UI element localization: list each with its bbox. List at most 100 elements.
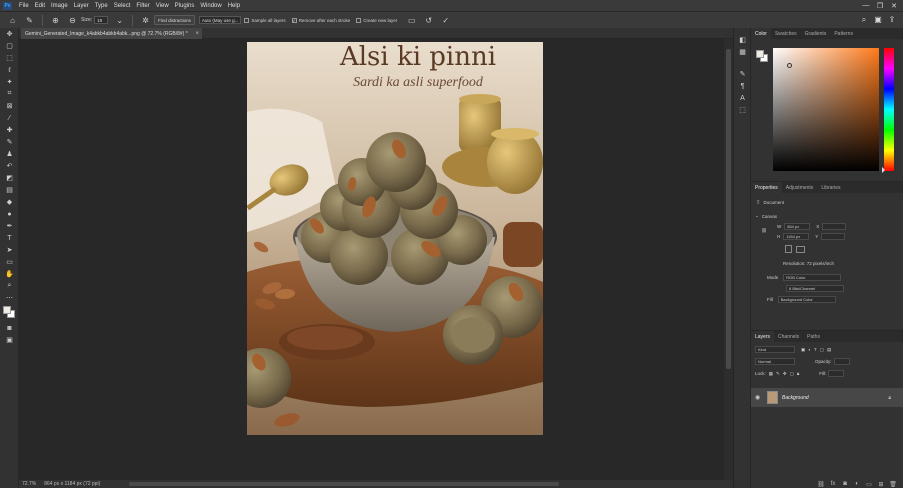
close-icon[interactable]: × [195, 31, 199, 37]
document-size[interactable]: 864 px x 1184 px (72 ppi) [44, 481, 100, 487]
color-mode-dropdown[interactable]: RGB Color [783, 274, 842, 281]
tab-color[interactable]: Color [751, 28, 771, 39]
tab-layers[interactable]: Layers [751, 331, 775, 342]
type-tool-icon[interactable]: T [0, 232, 19, 244]
lock-artboard-icon[interactable]: ▢ [790, 371, 794, 377]
lock-position-icon[interactable]: ✥ [783, 371, 787, 377]
history-panel-icon[interactable]: ◧ [734, 34, 751, 46]
object-select-tool-icon[interactable]: ✦ [0, 76, 19, 88]
adjustment-layer-icon[interactable]: ◐ [851, 481, 863, 487]
mode-dropdown[interactable]: Auto (May use g... [198, 16, 242, 24]
eraser-tool-icon[interactable]: ◩ [0, 172, 19, 184]
move-tool-icon[interactable]: ✥ [0, 28, 19, 40]
tab-adjustments[interactable]: Adjustments [782, 182, 818, 193]
pen-tool-icon[interactable]: ✒ [0, 220, 19, 232]
more-tools-icon[interactable]: ⋯ [0, 292, 19, 304]
libraries-panel-icon[interactable]: ⬚ [734, 104, 751, 116]
bit-depth-dropdown[interactable]: 8 Bits/Channel [786, 285, 844, 292]
adjustments-panel-icon[interactable]: ▦ [734, 46, 751, 58]
restore-button[interactable]: ❐ [873, 2, 887, 10]
settings-icon[interactable]: ✲ [140, 15, 151, 26]
tab-libraries[interactable]: Libraries [817, 182, 844, 193]
filter-shape-icon[interactable]: ▢ [820, 347, 824, 353]
layer-row[interactable]: ◉ Background 🔒︎ [751, 388, 903, 407]
minimize-button[interactable]: — [859, 2, 873, 9]
canvas-x-field[interactable] [822, 223, 847, 230]
add-mode-icon[interactable]: ⊕ [50, 15, 61, 26]
lasso-tool-icon[interactable]: ℓ [0, 64, 19, 76]
lock-pixels-icon[interactable]: ▦ [769, 371, 773, 377]
crop-tool-icon[interactable]: ⌗ [0, 88, 19, 100]
filter-smart-object-icon[interactable]: ▤ [827, 347, 831, 353]
menu-layer[interactable]: Layer [71, 3, 92, 9]
delete-layer-icon[interactable]: 🗑︎ [887, 481, 899, 488]
dodge-tool-icon[interactable]: ● [0, 208, 19, 220]
find-distractions-button[interactable]: Find distractions [154, 15, 195, 25]
path-select-tool-icon[interactable]: ➤ [0, 244, 19, 256]
paragraph-panel-icon[interactable]: ¶ [734, 80, 751, 92]
chevron-down-icon[interactable]: ⌄ [755, 213, 759, 219]
quick-mask-icon[interactable]: ◙ [0, 322, 19, 334]
artboard-tool-icon[interactable]: ▢ [0, 40, 19, 52]
menu-view[interactable]: View [153, 3, 172, 9]
close-button[interactable]: ✕ [887, 2, 901, 10]
link-layers-icon[interactable]: ⛓ [815, 481, 827, 488]
hue-slider[interactable] [884, 48, 894, 171]
vertical-scrollbar[interactable] [724, 39, 733, 480]
frame-tool-icon[interactable]: ⊠ [0, 100, 19, 112]
color-swatches[interactable] [0, 304, 19, 322]
new-layer-icon[interactable]: ⊞ [875, 481, 887, 488]
blur-tool-icon[interactable]: ◆ [0, 196, 19, 208]
brush-settings-icon[interactable]: ✎ [734, 68, 751, 80]
canvas-height-field[interactable]: 1184 px [783, 233, 810, 240]
tab-gradients[interactable]: Gradients [801, 28, 831, 39]
create-new-layer-checkbox[interactable]: Create new layer [356, 17, 397, 23]
document-canvas[interactable]: Alsi ki pinni Sardi ka asli superfood [247, 42, 543, 435]
tab-channels[interactable]: Channels [774, 331, 803, 342]
home-icon[interactable]: ⌂ [7, 15, 18, 26]
filter-adjustment-icon[interactable]: ◐ [808, 347, 811, 352]
scrollbar-thumb[interactable] [726, 49, 731, 369]
portrait-orientation-icon[interactable] [785, 245, 792, 253]
menu-edit[interactable]: Edit [32, 3, 48, 9]
menu-plugins[interactable]: Plugins [172, 3, 198, 9]
canvas-width-field[interactable]: 864 px [784, 223, 811, 230]
remove-after-stroke-checkbox[interactable]: ✓ Remove after each stroke [291, 17, 350, 23]
layer-name[interactable]: Background [782, 395, 809, 401]
hand-tool-icon[interactable]: ✋ [0, 268, 19, 280]
opacity-field[interactable] [833, 358, 850, 365]
sample-all-layers-checkbox[interactable]: Sample all layers [244, 17, 286, 23]
filter-type-icon[interactable]: T [814, 347, 817, 352]
zoom-level[interactable]: 72.7% [22, 481, 36, 487]
marquee-tool-icon[interactable]: ⬚ [0, 52, 19, 64]
layer-filter-kind[interactable]: Kind [755, 346, 795, 353]
tab-swatches[interactable]: Swatches [771, 28, 801, 39]
menu-type[interactable]: Type [92, 3, 111, 9]
horizontal-scrollbar[interactable] [129, 482, 559, 486]
character-panel-icon[interactable]: A [734, 92, 751, 104]
screen-mode-icon[interactable]: ▣ [0, 334, 19, 346]
menu-help[interactable]: Help [225, 3, 243, 9]
menu-window[interactable]: Window [197, 3, 224, 9]
remove-tool-icon[interactable]: ✎ [24, 15, 35, 26]
document-tab[interactable]: Gemini_Generated_Image_k4abkb4abkb4abk..… [21, 28, 202, 39]
link-icon[interactable]: ⛓ [761, 228, 767, 234]
brush-tool-icon[interactable]: ✎ [0, 136, 19, 148]
tab-patterns[interactable]: Patterns [830, 28, 857, 39]
chevron-down-icon[interactable]: ⌄ [114, 15, 125, 26]
menu-file[interactable]: File [16, 3, 32, 9]
zoom-tool-icon[interactable]: ⌕ [0, 280, 19, 292]
rectangle-tool-icon[interactable]: ▭ [0, 256, 19, 268]
filter-pixel-icon[interactable]: ▣ [801, 347, 805, 353]
menu-image[interactable]: Image [48, 3, 71, 9]
size-field[interactable]: 19 [94, 16, 109, 24]
color-picker-cursor[interactable] [787, 63, 792, 68]
feedback-icon[interactable]: ▭ [406, 15, 417, 26]
hue-slider-marker[interactable] [882, 167, 885, 173]
canvas-fill-dropdown[interactable]: Background Color [777, 296, 836, 303]
undo-icon[interactable]: ↺ [423, 15, 434, 26]
search-icon[interactable]: ⌕ [857, 15, 871, 25]
new-group-icon[interactable]: ▭ [863, 481, 875, 488]
apply-icon[interactable]: ✓ [440, 15, 451, 26]
clone-stamp-tool-icon[interactable]: ♟ [0, 148, 19, 160]
